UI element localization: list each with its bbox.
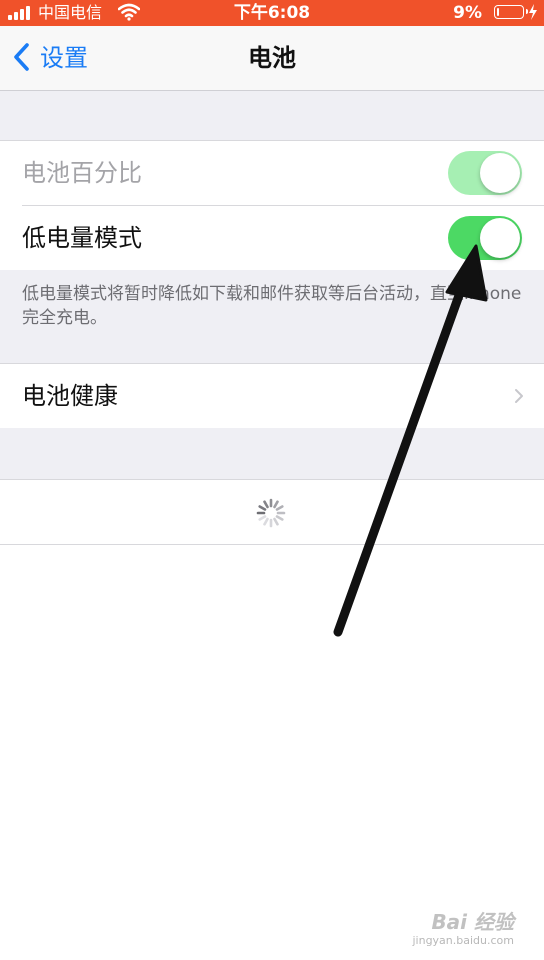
- low-power-mode-label: 低电量模式: [22, 224, 142, 252]
- watermark: Bai 经验 jingyan.baidu.com: [412, 910, 514, 948]
- chevron-right-icon: [515, 389, 523, 403]
- status-bar: 中国电信 下午6:08 9%: [0, 0, 544, 26]
- watermark-url: jingyan.baidu.com: [412, 934, 514, 947]
- battery-percentage-toggle[interactable]: [448, 151, 522, 195]
- battery-icon: [494, 5, 528, 19]
- battery-percentage-row: 电池百分比: [0, 141, 544, 205]
- section-spacer: [0, 91, 544, 140]
- section-spacer-2: [0, 428, 544, 479]
- battery-percentage-label: 电池百分比: [22, 159, 142, 187]
- low-power-mode-row: 低电量模式: [0, 206, 544, 270]
- page-title: 电池: [248, 44, 296, 72]
- navigation-bar: 设置 电池: [0, 26, 544, 91]
- battery-health-row[interactable]: 电池健康: [0, 364, 544, 428]
- battery-health-group: 电池健康: [0, 363, 544, 429]
- battery-level-fill: [497, 8, 499, 16]
- charging-bolt-icon: [529, 4, 537, 20]
- battery-percent: 9%: [453, 3, 482, 23]
- low-power-footnote: 低电量模式将暂时降低如下载和邮件获取等后台活动，直至iPhone 完全充电。: [22, 284, 522, 328]
- loading-spinner-icon: [256, 498, 286, 528]
- battery-options-group: 电池百分比 低电量模式: [0, 140, 544, 271]
- watermark-logo: Bai 经验: [431, 910, 514, 934]
- battery-health-label: 电池健康: [22, 382, 118, 410]
- low-power-mode-toggle[interactable]: [448, 216, 522, 260]
